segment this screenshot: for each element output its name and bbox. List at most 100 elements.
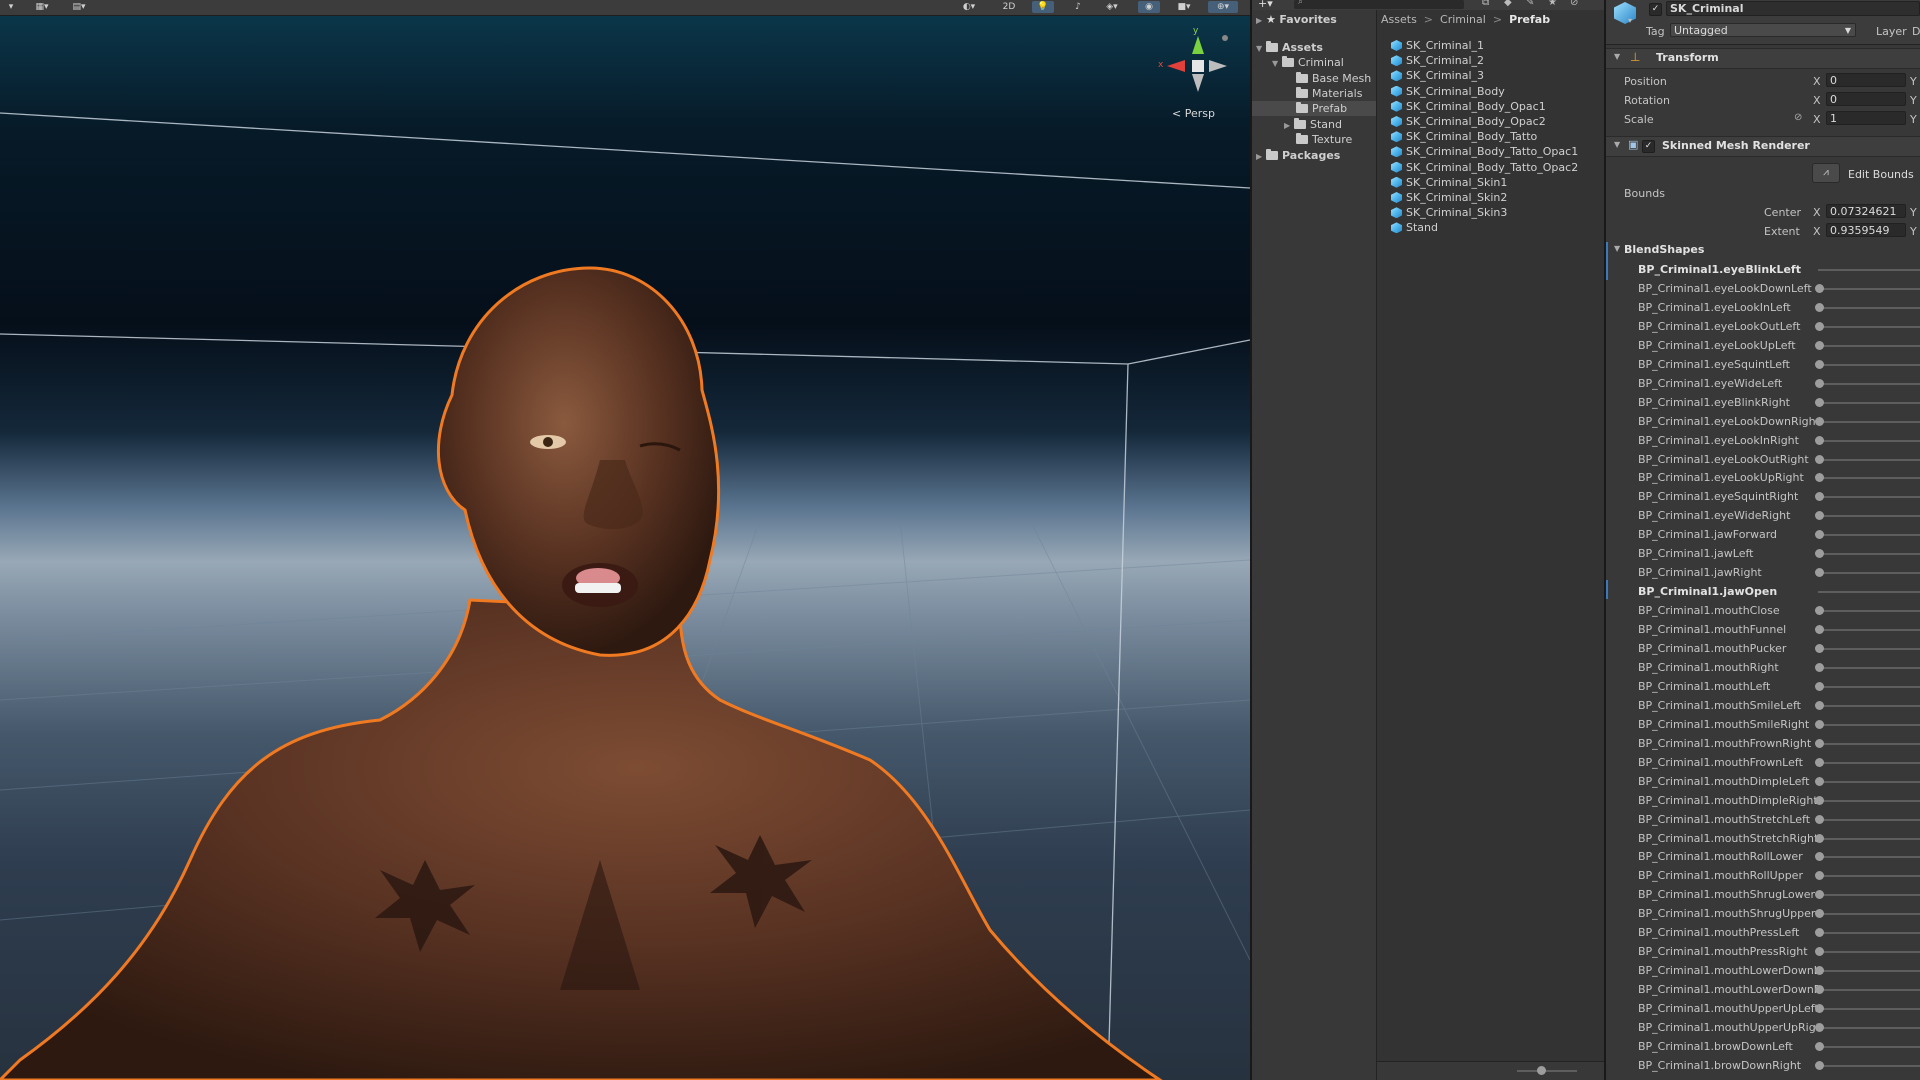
blendshape-slider-knob[interactable]: [1815, 321, 1824, 331]
blendshape-slider-knob[interactable]: [1815, 719, 1824, 729]
blendshape-slider-track[interactable]: [1818, 723, 1920, 726]
icon-size-slider-track[interactable]: [1517, 1070, 1577, 1072]
blendshape-slider-knob[interactable]: [1815, 606, 1824, 616]
blendshape-slider-track[interactable]: [1818, 553, 1920, 556]
blendshape-slider-knob[interactable]: [1815, 435, 1824, 445]
file-item[interactable]: SK_Criminal_Body_Opac2: [1391, 114, 1546, 129]
chevron-right-icon[interactable]: ▶: [1256, 13, 1266, 28]
blendshape-slider-track[interactable]: [1818, 344, 1920, 347]
blendshape-slider-knob[interactable]: [1815, 397, 1824, 407]
blendshape-slider-track[interactable]: [1818, 269, 1920, 271]
blendshape-slider-track[interactable]: [1818, 363, 1920, 366]
blendshape-slider-knob[interactable]: [1815, 909, 1824, 919]
chevron-right-icon[interactable]: ▶: [1256, 149, 1266, 164]
chevron-down-icon[interactable]: ▼: [1272, 56, 1282, 71]
rotation-x-field[interactable]: 0: [1826, 92, 1906, 106]
transform-header[interactable]: ▼ ⊥ Transform: [1606, 48, 1920, 69]
blendshape-slider-knob[interactable]: [1815, 833, 1824, 843]
blendshape-slider-knob[interactable]: [1815, 871, 1824, 881]
blendshape-slider-knob[interactable]: [1815, 890, 1824, 900]
tag-dropdown[interactable]: Untagged ▼: [1670, 23, 1856, 37]
blendshape-slider-track[interactable]: [1818, 951, 1920, 954]
breadcrumb-prefab[interactable]: Prefab: [1509, 13, 1550, 26]
filter-type-icon[interactable]: ⧉: [1482, 0, 1489, 8]
blendshape-slider-knob[interactable]: [1815, 454, 1824, 464]
chevron-down-icon[interactable]: ▼: [1614, 140, 1620, 149]
tree-folder-texture[interactable]: Texture: [1296, 132, 1352, 147]
blendshape-slider-knob[interactable]: [1815, 492, 1824, 502]
blendshape-slider-track[interactable]: [1818, 515, 1920, 518]
blendshape-slider-knob[interactable]: [1815, 625, 1824, 635]
file-item[interactable]: Stand: [1391, 220, 1438, 235]
component-enabled-checkbox[interactable]: ✓: [1642, 140, 1655, 153]
blendshape-slider-track[interactable]: [1818, 458, 1920, 461]
blendshape-slider-track[interactable]: [1818, 666, 1920, 669]
constrain-scale-link-icon[interactable]: ⊘: [1794, 112, 1802, 123]
blendshape-slider-knob[interactable]: [1815, 700, 1824, 710]
blendshape-slider-knob[interactable]: [1815, 549, 1824, 559]
chevron-down-icon[interactable]: ▾: [1628, 16, 1632, 25]
tree-folder-stand[interactable]: ▶ Stand: [1284, 117, 1342, 132]
blendshape-slider-knob[interactable]: [1815, 757, 1824, 767]
blendshape-slider-knob[interactable]: [1815, 795, 1824, 805]
tree-folder-materials[interactable]: Materials: [1296, 86, 1362, 101]
blendshape-slider-track[interactable]: [1818, 970, 1920, 973]
blendshape-slider-knob[interactable]: [1815, 662, 1824, 672]
blendshape-slider-track[interactable]: [1818, 989, 1920, 992]
blendshape-slider-track[interactable]: [1818, 401, 1920, 404]
blendshape-slider-knob[interactable]: [1815, 852, 1824, 862]
blendshape-slider-track[interactable]: [1818, 591, 1920, 594]
blendshape-slider-knob[interactable]: [1815, 1004, 1824, 1014]
blendshape-slider-knob[interactable]: [1815, 302, 1824, 312]
blendshape-slider-track[interactable]: [1818, 306, 1920, 309]
blendshape-slider-knob[interactable]: [1815, 985, 1824, 995]
active-checkbox[interactable]: ✓: [1649, 3, 1662, 16]
blendshape-slider-track[interactable]: [1818, 894, 1920, 897]
chevron-right-icon[interactable]: ▶: [1284, 118, 1294, 133]
blendshape-slider-knob[interactable]: [1815, 359, 1824, 369]
tree-folder-prefab[interactable]: Prefab: [1252, 101, 1376, 116]
file-item[interactable]: SK_Criminal_Body_Opac1: [1391, 99, 1546, 114]
blendshape-slider-track[interactable]: [1818, 420, 1920, 423]
blendshape-slider-track[interactable]: [1818, 439, 1920, 442]
blendshape-slider-track[interactable]: [1818, 1064, 1920, 1067]
blendshape-slider-knob[interactable]: [1815, 928, 1824, 938]
position-x-field[interactable]: 0: [1826, 73, 1906, 87]
blendshape-slider-track[interactable]: [1818, 382, 1920, 385]
edit-bounds-button[interactable]: ⩘: [1812, 163, 1840, 183]
favorite-star-icon[interactable]: ★: [1548, 0, 1557, 8]
extent-x-field[interactable]: 0.9359549: [1826, 223, 1906, 237]
blendshape-slider-track[interactable]: [1818, 1008, 1920, 1011]
blendshape-slider-track[interactable]: [1818, 932, 1920, 935]
project-search-input[interactable]: ⌕: [1294, 0, 1464, 9]
file-item[interactable]: SK_Criminal_Body_Tatto: [1391, 129, 1537, 144]
chevron-down-icon[interactable]: ▼: [1614, 52, 1620, 61]
blendshape-slider-track[interactable]: [1818, 477, 1920, 480]
filter-tag-icon[interactable]: ✎: [1526, 0, 1534, 8]
layer-dropdown[interactable]: D: [1912, 25, 1920, 38]
breadcrumb-criminal[interactable]: Criminal: [1440, 13, 1486, 26]
file-item[interactable]: SK_Criminal_1: [1391, 38, 1484, 53]
blendshape-slider-knob[interactable]: [1815, 1060, 1824, 1070]
blendshape-slider-knob[interactable]: [1815, 473, 1824, 483]
blendshape-slider-knob[interactable]: [1815, 738, 1824, 748]
hidden-packages-icon[interactable]: ⊘: [1570, 0, 1578, 8]
blendshape-slider-track[interactable]: [1818, 913, 1920, 916]
blendshape-slider-track[interactable]: [1818, 761, 1920, 764]
skinned-mesh-renderer-header[interactable]: ▼ ▣ ✓ Skinned Mesh Renderer: [1606, 136, 1920, 157]
blendshape-slider-knob[interactable]: [1815, 283, 1824, 293]
blendshape-slider-track[interactable]: [1818, 1027, 1920, 1029]
create-plus-icon[interactable]: +▾: [1258, 0, 1273, 10]
tree-packages[interactable]: ▶ Packages: [1256, 148, 1340, 163]
blendshapes-foldout[interactable]: ▼ BlendShapes: [1606, 242, 1920, 258]
file-item[interactable]: SK_Criminal_Body_Tatto_Opac2: [1391, 160, 1578, 175]
blendshape-slider-track[interactable]: [1818, 685, 1920, 688]
blendshape-slider-knob[interactable]: [1815, 814, 1824, 824]
icon-size-slider-knob[interactable]: [1537, 1066, 1546, 1075]
blendshape-slider-track[interactable]: [1818, 287, 1920, 290]
blendshape-slider-track[interactable]: [1818, 780, 1920, 783]
blendshape-slider-knob[interactable]: [1815, 568, 1824, 578]
blendshape-slider-knob[interactable]: [1815, 340, 1824, 350]
blendshape-slider-knob[interactable]: [1815, 1041, 1824, 1051]
blendshape-slider-knob[interactable]: [1815, 530, 1824, 540]
